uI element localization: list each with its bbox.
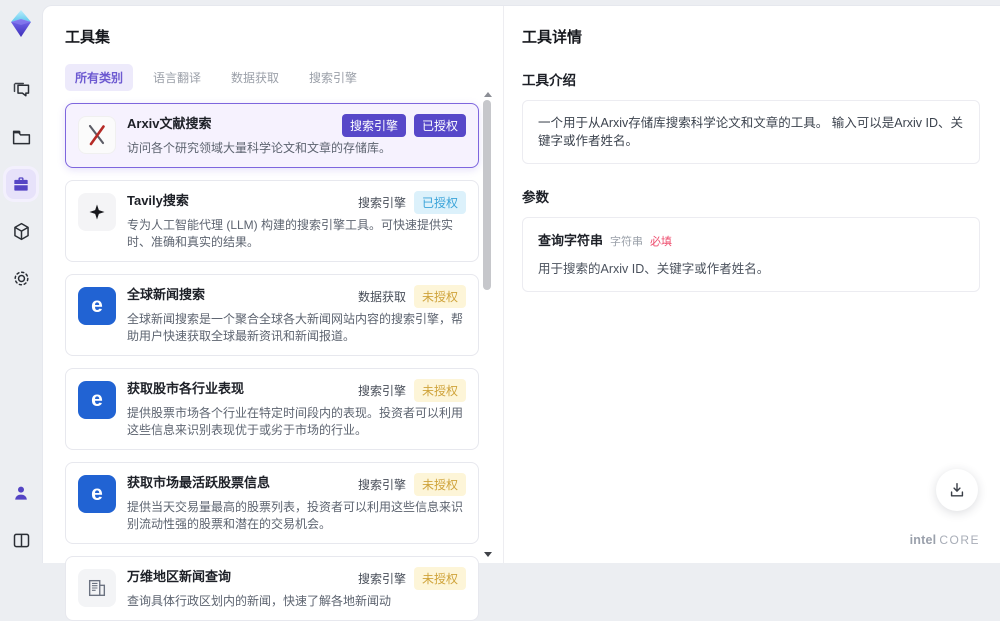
category-label: 搜索引擎: [358, 382, 406, 399]
tool-name: 万维地区新闻查询: [127, 567, 231, 587]
parameter-card: 查询字符串 字符串 必填 用于搜索的Arxiv ID、关键字或作者姓名。: [522, 217, 980, 292]
news-app-icon: e: [78, 475, 116, 513]
tab-language-translation[interactable]: 语言翻译: [143, 64, 211, 91]
category-label: 数据获取: [358, 288, 406, 305]
sidebar-item-chat[interactable]: [6, 75, 36, 105]
sidebar-item-toolbox[interactable]: [6, 169, 36, 199]
status-badge: 未授权: [414, 379, 466, 402]
category-label: 搜索引擎: [358, 194, 406, 211]
news-app-icon: e: [78, 381, 116, 419]
tool-intro-text: 一个用于从Arxiv存储库搜索科学论文和文章的工具。 输入可以是Arxiv ID…: [522, 100, 980, 164]
sidebar-item-packages[interactable]: [6, 216, 36, 246]
brand-intel-text: intel: [910, 533, 937, 547]
tool-card-arxiv[interactable]: Arxiv文献搜索 搜索引擎 已授权 访问各个研究领域大量科学论文和文章的存储库…: [65, 103, 479, 168]
sparkle-icon: [78, 193, 116, 231]
tab-search-engine[interactable]: 搜索引擎: [299, 64, 367, 91]
gear-icon: [11, 268, 32, 289]
intro-section-title: 工具介绍: [522, 69, 980, 89]
scroll-down-arrow[interactable]: [484, 552, 492, 557]
tool-description: 提供股票市场各个行业在特定时间段内的表现。投资者可以利用这些信息来识别表现优于或…: [127, 405, 466, 439]
sidebar-item-settings[interactable]: [6, 263, 36, 293]
param-required-flag: 必填: [650, 233, 672, 249]
panel-toggle-icon: [11, 530, 32, 551]
scroll-up-arrow[interactable]: [484, 92, 492, 97]
status-badge: 未授权: [414, 473, 466, 496]
tool-description: 提供当天交易量最高的股票列表，投资者可以利用这些信息来识别流动性强的股票和潜在的…: [127, 499, 466, 533]
param-type: 字符串: [610, 233, 643, 249]
tool-name: 获取市场最活跃股票信息: [127, 473, 270, 493]
category-tabs: 所有类别 语言翻译 数据获取 搜索引擎: [65, 64, 503, 91]
newspaper-icon: [78, 569, 116, 607]
tool-name: 全球新闻搜索: [127, 285, 205, 305]
tab-data-fetch[interactable]: 数据获取: [221, 64, 289, 91]
tool-card-most-active-stocks[interactable]: e 获取市场最活跃股票信息 搜索引擎 未授权 提供当天交易量最高的股票列表，投资…: [65, 462, 479, 544]
brand-core-text: CORE: [939, 533, 980, 547]
app-logo-icon: [7, 9, 35, 39]
scrollbar-thumb[interactable]: [483, 100, 491, 290]
chat-icon: [11, 80, 32, 101]
toolbox-icon: [11, 174, 31, 194]
user-icon: [11, 483, 31, 503]
tool-name: Tavily搜索: [127, 191, 189, 211]
tool-description: 访问各个研究领域大量科学论文和文章的存储库。: [127, 140, 466, 157]
category-label: 搜索引擎: [358, 476, 406, 493]
tool-details-panel: 工具详情 工具介绍 一个用于从Arxiv存储库搜索科学论文和文章的工具。 输入可…: [504, 6, 1000, 563]
sidebar-item-files[interactable]: [6, 122, 36, 152]
status-badge: 已授权: [414, 191, 466, 214]
tool-list: Arxiv文献搜索 搜索引擎 已授权 访问各个研究领域大量科学论文和文章的存储库…: [65, 103, 479, 621]
status-badge: 已授权: [414, 114, 466, 137]
category-label: 搜索引擎: [358, 570, 406, 587]
left-rail: [0, 0, 42, 563]
details-title: 工具详情: [522, 26, 980, 47]
download-icon: [947, 480, 967, 500]
sidebar-item-panel-toggle[interactable]: [6, 525, 36, 555]
tab-all-categories[interactable]: 所有类别: [65, 64, 133, 91]
page-title: 工具集: [65, 26, 503, 47]
tool-description: 专为人工智能代理 (LLM) 构建的搜索引擎工具。可快速提供实时、准确和真实的结…: [127, 217, 466, 251]
arxiv-logo-icon: [78, 116, 116, 154]
intel-core-logo: intel CORE: [910, 533, 980, 547]
tool-list-scrollbar[interactable]: [483, 90, 492, 559]
tool-description: 全球新闻搜索是一个聚合全球各大新闻网站内容的搜索引擎，帮助用户快速获取全球最新资…: [127, 311, 466, 345]
tool-name: 获取股市各行业表现: [127, 379, 244, 399]
download-button[interactable]: [936, 469, 978, 511]
folder-icon: [11, 127, 32, 148]
news-app-icon: e: [78, 287, 116, 325]
tool-name: Arxiv文献搜索: [127, 114, 212, 134]
cube-icon: [11, 221, 32, 242]
status-badge: 未授权: [414, 285, 466, 308]
tool-description: 查询具体行政区划内的新闻，快速了解各地新闻动: [127, 593, 466, 610]
status-badge: 未授权: [414, 567, 466, 590]
tools-panel: 工具集 所有类别 语言翻译 数据获取 搜索引擎 Arxiv文献搜索: [43, 6, 504, 563]
sidebar-item-user[interactable]: [6, 478, 36, 508]
category-badge: 搜索引擎: [342, 114, 406, 137]
main-content: 工具集 所有类别 语言翻译 数据获取 搜索引擎 Arxiv文献搜索: [42, 5, 1000, 563]
tool-card-regional-news[interactable]: 万维地区新闻查询 搜索引擎 未授权 查询具体行政区划内的新闻，快速了解各地新闻动: [65, 556, 479, 621]
param-description: 用于搜索的Arxiv ID、关键字或作者姓名。: [538, 258, 964, 277]
tool-card-global-news[interactable]: e 全球新闻搜索 数据获取 未授权 全球新闻搜索是一个聚合全球各大新闻网站内容的…: [65, 274, 479, 356]
tool-card-tavily[interactable]: Tavily搜索 搜索引擎 已授权 专为人工智能代理 (LLM) 构建的搜索引擎…: [65, 180, 479, 262]
tool-card-sector-performance[interactable]: e 获取股市各行业表现 搜索引擎 未授权 提供股票市场各个行业在特定时间段内的表…: [65, 368, 479, 450]
params-section-title: 参数: [522, 186, 980, 206]
param-name: 查询字符串: [538, 230, 603, 249]
